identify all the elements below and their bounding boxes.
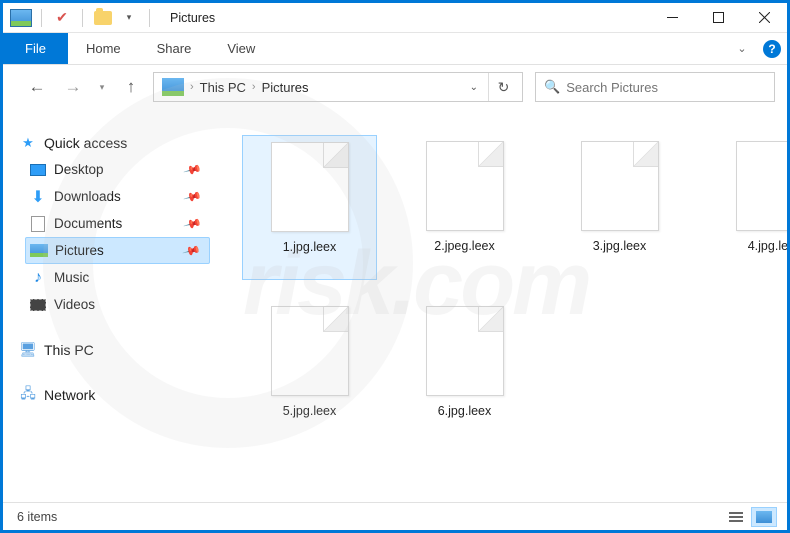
file-icon (736, 141, 788, 231)
breadcrumb-sep-icon[interactable]: › (188, 81, 196, 93)
file-item[interactable]: 2.jpeg.leex (397, 135, 532, 280)
file-name: 5.jpg.leex (283, 404, 337, 418)
sidebar-item-label: Desktop (54, 162, 104, 177)
sidebar-item-label: Videos (54, 297, 95, 312)
breadcrumb-sep-icon[interactable]: › (250, 81, 258, 93)
sidebar-label: This PC (44, 342, 94, 358)
app-icon[interactable] (9, 7, 33, 29)
navigation-pane: ★ Quick access Desktop 📌 ⬇ Downloads 📌 D… (3, 111, 218, 502)
large-icons-view-button[interactable] (751, 507, 777, 527)
file-icon (581, 141, 659, 231)
pin-icon: 📌 (183, 187, 203, 207)
file-icon (426, 141, 504, 231)
sidebar-network[interactable]: 🖧 Network (15, 381, 210, 408)
search-box[interactable]: 🔍 (535, 72, 775, 102)
tab-home[interactable]: Home (68, 33, 139, 64)
file-list[interactable]: 1.jpg.leex 2.jpeg.leex 3.jpg.leex 4.jpg.lee… (218, 111, 787, 502)
location-pictures-icon (162, 78, 184, 96)
separator (41, 9, 42, 27)
pictures-icon (30, 243, 48, 259)
file-name: 1.jpg.leex (283, 240, 337, 254)
sidebar-item-documents[interactable]: Documents 📌 (25, 210, 210, 237)
sidebar-this-pc[interactable]: 🖥 This PC (15, 336, 210, 363)
history-dropdown-icon[interactable]: ▾ (95, 82, 109, 93)
file-item[interactable]: 4.jpg.leex (707, 135, 787, 280)
sidebar-item-label: Downloads (54, 189, 121, 204)
properties-icon[interactable]: ✔ (50, 7, 74, 29)
sidebar-label: Network (44, 387, 95, 403)
sidebar-label: Quick access (44, 135, 127, 151)
address-dropdown-icon[interactable]: ⌄ (460, 82, 488, 93)
maximize-button[interactable] (695, 3, 741, 33)
separator (149, 9, 150, 27)
back-button[interactable]: ← (23, 73, 51, 101)
sidebar-item-desktop[interactable]: Desktop 📌 (25, 156, 210, 183)
details-view-icon (729, 512, 743, 522)
music-icon: ♪ (29, 270, 47, 286)
window-title: Pictures (170, 11, 215, 25)
downloads-icon: ⬇ (29, 189, 47, 205)
pin-icon: 📌 (182, 241, 202, 261)
pc-icon: 🖥 (19, 342, 37, 358)
videos-icon (29, 297, 47, 313)
file-icon (426, 306, 504, 396)
sidebar-item-videos[interactable]: Videos (25, 291, 210, 318)
sidebar-item-music[interactable]: ♪ Music (25, 264, 210, 291)
item-count: 6 items (17, 510, 57, 524)
address-bar[interactable]: › This PC › Pictures ⌄ ↻ (153, 72, 523, 102)
new-folder-icon[interactable] (91, 7, 115, 29)
window-controls (649, 3, 787, 33)
star-icon: ★ (19, 135, 37, 151)
file-item[interactable]: 1.jpg.leex (242, 135, 377, 280)
file-name: 6.jpg.leex (438, 404, 492, 418)
sidebar-item-pictures[interactable]: Pictures 📌 (25, 237, 210, 264)
file-name: 4.jpg.leex (748, 239, 787, 253)
minimize-button[interactable] (649, 3, 695, 33)
tab-share[interactable]: Share (139, 33, 210, 64)
search-input[interactable] (566, 80, 766, 95)
status-bar: 6 items (3, 502, 787, 530)
search-icon: 🔍 (544, 79, 560, 95)
sidebar-item-label: Documents (54, 216, 122, 231)
file-item[interactable]: 3.jpg.leex (552, 135, 687, 280)
ribbon: File Home Share View ⌄ ? (3, 33, 787, 65)
pin-icon: 📌 (183, 214, 203, 234)
breadcrumb-pictures[interactable]: Pictures (258, 80, 313, 95)
file-name: 2.jpeg.leex (434, 239, 494, 253)
view-switcher (723, 507, 777, 527)
sidebar-item-label: Pictures (55, 243, 104, 258)
help-button[interactable]: ? (757, 33, 787, 64)
help-icon: ? (763, 40, 781, 58)
forward-button[interactable]: → (59, 73, 87, 101)
pin-icon: 📌 (183, 160, 203, 180)
title-bar: ✔ ▾ Pictures (3, 3, 787, 33)
up-button[interactable]: ↑ (117, 73, 145, 101)
sidebar-item-label: Music (54, 270, 89, 285)
details-view-button[interactable] (723, 507, 749, 527)
close-button[interactable] (741, 3, 787, 33)
collapse-ribbon-icon[interactable]: ⌄ (727, 33, 757, 64)
desktop-icon (29, 162, 47, 178)
tab-view[interactable]: View (209, 33, 273, 64)
sidebar-quick-access[interactable]: ★ Quick access (15, 129, 210, 156)
sidebar-item-downloads[interactable]: ⬇ Downloads 📌 (25, 183, 210, 210)
navigation-bar: ← → ▾ ↑ › This PC › Pictures ⌄ ↻ 🔍 (3, 65, 787, 109)
file-tab[interactable]: File (3, 33, 68, 64)
documents-icon (29, 216, 47, 232)
file-icon (271, 142, 349, 232)
file-item[interactable]: 5.jpg.leex (242, 300, 377, 445)
qat-dropdown-icon[interactable]: ▾ (117, 7, 141, 29)
file-item[interactable]: 6.jpg.leex (397, 300, 532, 445)
file-icon (271, 306, 349, 396)
quick-access-toolbar: ✔ ▾ (3, 7, 160, 29)
file-name: 3.jpg.leex (593, 239, 647, 253)
large-icons-view-icon (756, 511, 772, 523)
network-icon: 🖧 (19, 387, 37, 403)
separator (82, 9, 83, 27)
breadcrumb-this-pc[interactable]: This PC (196, 80, 250, 95)
refresh-button[interactable]: ↻ (488, 73, 518, 101)
